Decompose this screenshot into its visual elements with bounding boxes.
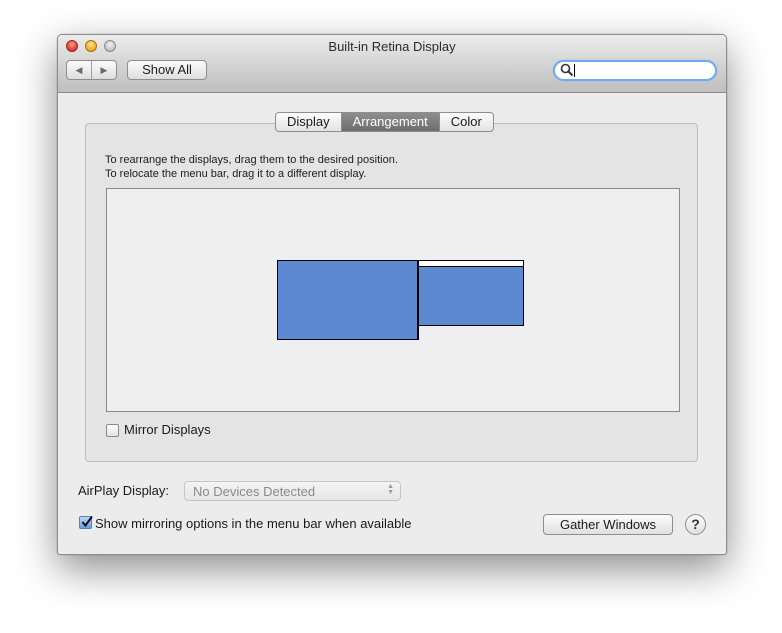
- tab-bar: Display Arrangement Color: [275, 112, 494, 132]
- mirror-displays-checkbox[interactable]: [106, 424, 119, 437]
- window-title: Built-in Retina Display: [328, 39, 456, 54]
- airplay-display-label: AirPlay Display:: [78, 483, 170, 498]
- search-input[interactable]: [575, 62, 711, 79]
- tab-arrangement[interactable]: Arrangement: [340, 113, 439, 131]
- mirror-displays-label: Mirror Displays: [124, 422, 211, 437]
- show-all-button[interactable]: Show All: [127, 60, 207, 80]
- checkmark-icon: [81, 515, 93, 528]
- show-mirroring-checkbox[interactable]: [79, 515, 93, 529]
- title-bar: Built-in Retina Display ◀ ▶ Show All: [58, 35, 726, 93]
- history-nav-group: ◀ ▶: [66, 60, 117, 80]
- display-external[interactable]: [418, 260, 524, 326]
- popup-arrows-icon: ▲ ▼: [387, 483, 394, 496]
- instruction-text-rearrange: To rearrange the displays, drag them to …: [105, 154, 398, 166]
- help-button[interactable]: ?: [685, 514, 706, 535]
- instruction-text-menubar: To relocate the menu bar, drag it to a d…: [105, 168, 367, 180]
- tab-color[interactable]: Color: [438, 113, 493, 131]
- display-arrangement-area: [106, 188, 680, 412]
- back-arrow-icon: ◀: [75, 64, 83, 75]
- search-field[interactable]: [553, 60, 717, 81]
- forward-button[interactable]: ▶: [91, 61, 116, 79]
- show-mirroring-label: Show mirroring options in the menu bar w…: [95, 516, 412, 531]
- preferences-window: Built-in Retina Display ◀ ▶ Show All Dis…: [57, 34, 727, 555]
- display-builtin[interactable]: [277, 260, 419, 340]
- airplay-selected-value: No Devices Detected: [193, 484, 316, 499]
- forward-arrow-icon: ▶: [100, 64, 108, 75]
- airplay-display-popup[interactable]: No Devices Detected ▲ ▼: [184, 481, 401, 501]
- tab-display[interactable]: Display: [276, 113, 341, 131]
- gather-windows-button[interactable]: Gather Windows: [543, 514, 673, 535]
- back-button[interactable]: ◀: [67, 61, 91, 79]
- search-icon: [560, 63, 574, 77]
- menu-bar-handle[interactable]: [419, 261, 523, 267]
